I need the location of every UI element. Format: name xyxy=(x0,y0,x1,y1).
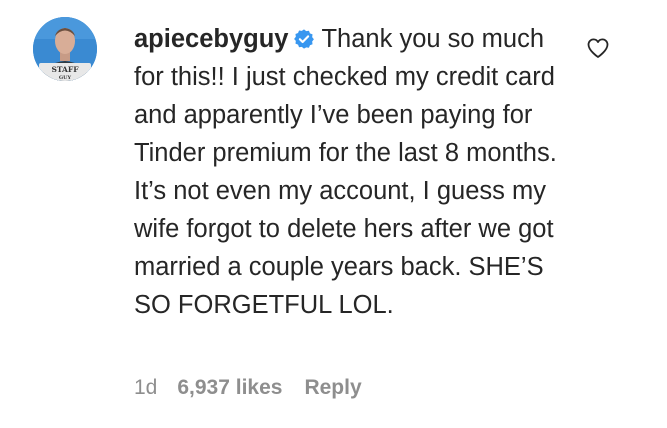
heart-outline-icon[interactable] xyxy=(586,36,610,60)
avatar-badge-line2: GUY xyxy=(59,75,72,81)
avatar-image: STAFF GUY xyxy=(33,17,97,81)
reply-button[interactable]: Reply xyxy=(304,373,361,403)
comment-body: Thank you so much for this!! I just chec… xyxy=(134,25,557,319)
avatar[interactable]: STAFF GUY xyxy=(33,17,97,81)
comment-username[interactable]: apiecebyguy xyxy=(134,25,288,53)
comment-likes-count[interactable]: 6,937 likes xyxy=(177,373,282,403)
comment-text-block: apiecebyguy Thank you so much for this!! … xyxy=(134,20,574,324)
comment: STAFF GUY apiecebyguy Thank you so much f… xyxy=(0,0,667,428)
comment-time: 1d xyxy=(134,376,158,399)
verified-badge-icon xyxy=(294,29,315,49)
comment-meta: 1d 6,937 likes Reply xyxy=(134,373,362,403)
avatar-badge-line1: STAFF xyxy=(51,65,79,74)
